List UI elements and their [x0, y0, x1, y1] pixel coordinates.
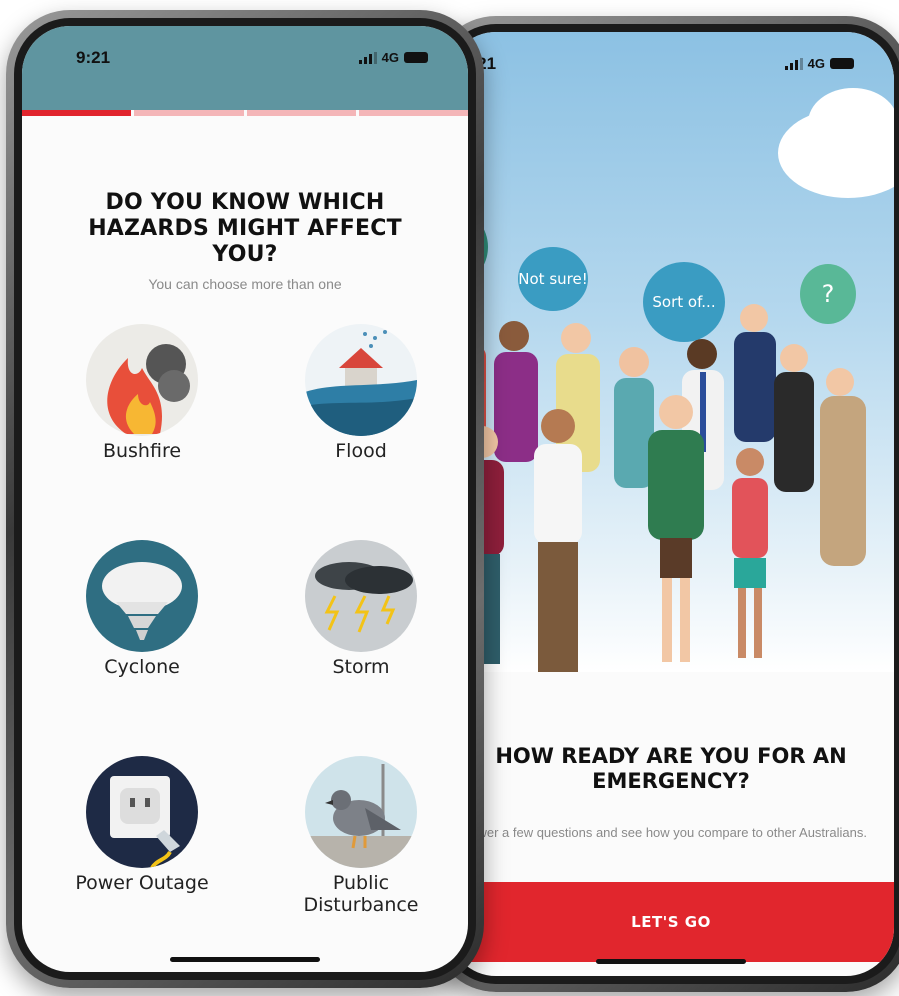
- status-bar: 9:21 4G: [448, 32, 894, 102]
- home-indicator[interactable]: [596, 959, 746, 964]
- status-time: 9:21: [76, 48, 111, 67]
- phone-left: 9:21 4G DO YOU KNOW WHICH HAZARDS MIGHT …: [6, 10, 484, 988]
- status-network: 4G: [358, 50, 428, 65]
- hazard-option-public-disturbance[interactable]: Public Disturbance: [286, 756, 436, 916]
- progress-bar: [22, 110, 468, 116]
- hazard-option-cyclone[interactable]: Cyclone: [67, 540, 217, 678]
- person: [774, 344, 814, 492]
- person: [534, 409, 582, 672]
- network-label: 4G: [381, 50, 399, 65]
- question-title: DO YOU KNOW WHICH HAZARDS MIGHT AFFECT Y…: [88, 190, 402, 267]
- phone-right: 9:21 4G Not sure! Sort of... ?: [432, 16, 899, 992]
- person: [494, 321, 538, 462]
- hazard-label: Flood: [335, 440, 387, 462]
- hazard-option-storm[interactable]: Storm: [286, 540, 436, 678]
- welcome-title: HOW READY ARE YOU FOR AN EMERGENCY?: [495, 744, 847, 793]
- hazard-label: Cyclone: [104, 656, 180, 678]
- status-network: 4G: [784, 56, 854, 71]
- hazard-label: Storm: [332, 656, 390, 678]
- progress-step: [134, 110, 244, 116]
- battery-icon: [830, 58, 854, 69]
- battery-icon: [404, 52, 428, 63]
- progress-step: [22, 110, 132, 116]
- hazard-label: Public Disturbance: [303, 872, 419, 916]
- person: [734, 304, 776, 442]
- progress-step: [358, 110, 468, 116]
- home-indicator[interactable]: [170, 957, 320, 962]
- question-subtitle: You can choose more than one: [148, 276, 342, 292]
- power-outage-icon: [86, 756, 198, 868]
- signal-icon: [358, 51, 377, 64]
- network-label: 4G: [807, 56, 825, 71]
- flood-icon: [305, 324, 417, 436]
- person: [820, 368, 866, 566]
- bushfire-icon: [86, 324, 198, 436]
- welcome-subtitle: Answer a few questions and see how you c…: [455, 825, 867, 840]
- hazard-selection-screen: 9:21 4G DO YOU KNOW WHICH HAZARDS MIGHT …: [22, 26, 468, 972]
- crowd-illustration: [452, 304, 866, 672]
- hazard-label: Bushfire: [102, 440, 182, 462]
- public-disturbance-icon: [305, 756, 417, 868]
- bubble-text: ?: [821, 280, 835, 308]
- signal-icon: [784, 57, 803, 70]
- hazard-option-flood[interactable]: Flood: [286, 324, 436, 462]
- person: [732, 448, 768, 658]
- hazard-label: Power Outage: [75, 872, 209, 894]
- hazard-option-bushfire[interactable]: Bushfire: [67, 324, 217, 462]
- storm-icon: [305, 540, 417, 652]
- person: [648, 395, 704, 662]
- lets-go-button[interactable]: LET'S GO: [448, 882, 894, 962]
- hazard-option-power-outage[interactable]: Power Outage: [67, 756, 217, 894]
- status-bar: 9:21 4G: [22, 26, 468, 96]
- welcome-screen: 9:21 4G Not sure! Sort of... ?: [448, 32, 894, 976]
- cyclone-icon: [86, 540, 198, 652]
- progress-step: [246, 110, 356, 116]
- bubble-text: Not sure!: [518, 270, 588, 288]
